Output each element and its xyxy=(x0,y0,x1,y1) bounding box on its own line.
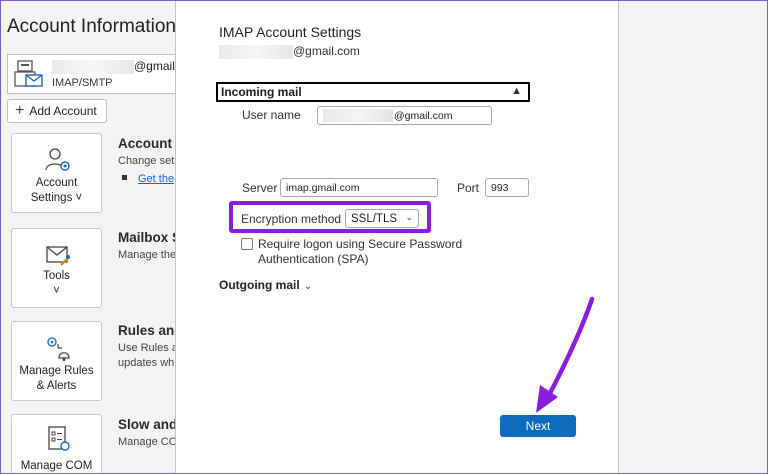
user-name-label: User name xyxy=(242,108,301,122)
server-input[interactable]: imap.gmail.com xyxy=(280,178,438,197)
port-label: Port xyxy=(457,181,480,195)
account-settings-icon xyxy=(45,148,70,171)
encryption-method-select[interactable]: SSL/TLS ⌄ xyxy=(345,209,419,228)
server-label: Server xyxy=(242,181,278,195)
bullet-icon xyxy=(122,175,127,180)
add-account-button[interactable]: + Add Account xyxy=(7,99,107,123)
manage-com-button[interactable]: Manage COM xyxy=(11,414,102,474)
port-input[interactable]: 993 xyxy=(485,178,529,197)
chevron-down-icon: ⌄ xyxy=(303,281,313,292)
incoming-mail-section-header[interactable]: Incoming mail ▲ xyxy=(216,82,530,102)
tools-button[interactable]: Tools ˅ xyxy=(11,228,102,308)
account-selector[interactable]: @gmail.c IMAP/SMTP xyxy=(7,54,197,94)
redacted-email xyxy=(219,44,293,59)
account-email: @gmail.c xyxy=(52,59,184,75)
card-label: Manage Rules xyxy=(19,365,94,377)
redacted-username xyxy=(323,109,393,122)
annotation-arrow xyxy=(536,296,595,413)
card-label: Manage COM xyxy=(20,460,93,472)
spa-checkbox-label: Require logon using Secure Password Auth… xyxy=(258,237,463,266)
encryption-method-label: Encryption method xyxy=(241,212,342,226)
card-label: & Alerts xyxy=(36,380,77,392)
tools-icon xyxy=(46,246,70,266)
card-label: ˅ xyxy=(53,285,60,297)
chevron-down-icon: ⌄ xyxy=(405,212,413,222)
dialog-title: IMAP Account Settings xyxy=(219,24,362,40)
outgoing-mail-section-header[interactable]: Outgoing mail ⌄ xyxy=(219,278,312,292)
redacted-email xyxy=(52,59,134,74)
account-type: IMAP/SMTP xyxy=(52,77,113,89)
plus-icon: + xyxy=(15,102,25,119)
backstage-pane: Account Information @gmail.c IMAP/SMTP +… xyxy=(0,0,197,474)
manage-com-icon xyxy=(48,426,70,451)
dialog-email: @gmail.com xyxy=(219,44,360,59)
user-name-input[interactable]: @gmail.com xyxy=(317,106,492,125)
account-settings-button[interactable]: Account Settings ˅ xyxy=(11,133,102,213)
page-title: Account Information xyxy=(7,16,176,37)
rules-alerts-icon xyxy=(47,337,70,361)
spa-checkbox[interactable] xyxy=(241,238,253,250)
chevron-up-icon: ▲ xyxy=(511,85,522,97)
card-label: Settings ˅ xyxy=(30,192,83,204)
card-label: Tools xyxy=(43,270,70,282)
card-label: Account xyxy=(35,177,78,189)
get-the-link[interactable]: Get the xyxy=(138,173,174,185)
mail-account-icon xyxy=(14,60,43,87)
manage-rules-button[interactable]: Manage Rules & Alerts xyxy=(11,321,102,401)
